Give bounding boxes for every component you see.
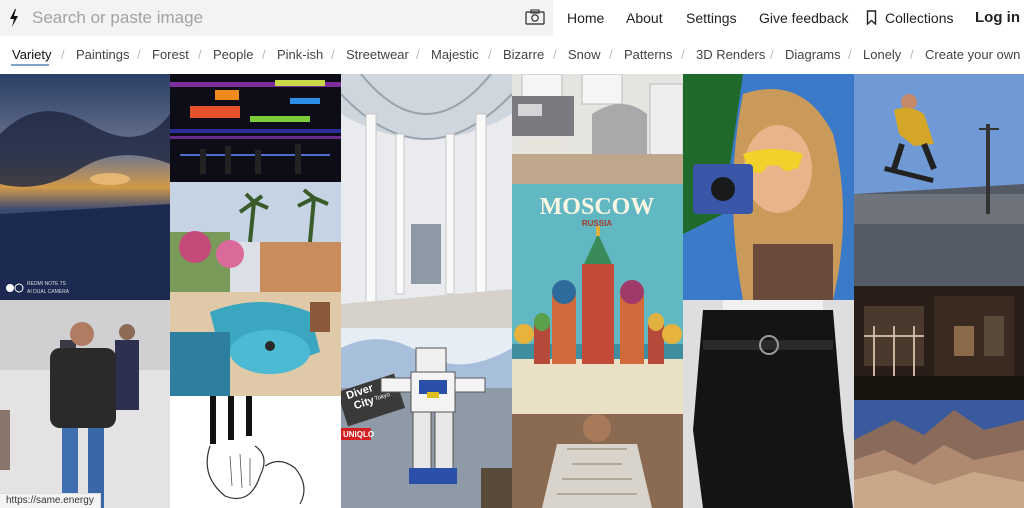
nav-home[interactable]: Home [567, 10, 604, 26]
tab-3d-renders[interactable]: 3D Renders [696, 47, 765, 62]
category-tabs: Variety / Paintings / Forest / People / … [0, 36, 1024, 74]
image-runway-model[interactable] [0, 300, 170, 508]
nav-about[interactable]: About [626, 10, 663, 26]
image-sunset-sky[interactable]: REDMI NOTE 7S AI DUAL CAMERA [0, 74, 170, 300]
sunset-watermark-line1: REDMI NOTE 7S [27, 281, 67, 287]
tab-diagrams[interactable]: Diagrams [785, 47, 841, 62]
tab-lonely[interactable]: Lonely [863, 47, 901, 62]
tab-majestic[interactable]: Majestic [431, 47, 479, 62]
tab-pink-ish[interactable]: Pink-ish [277, 47, 323, 62]
tab-paintings[interactable]: Paintings [76, 47, 129, 62]
tab-streetwear[interactable]: Streetwear [346, 47, 409, 62]
tab-separator: / [681, 47, 685, 62]
tab-people[interactable]: People [213, 47, 253, 62]
image-living-room[interactable] [512, 74, 683, 184]
image-rooftop-night[interactable] [854, 286, 1024, 400]
image-woman-polaroid[interactable] [683, 74, 854, 300]
tab-separator: / [331, 47, 335, 62]
image-skateboarder[interactable] [854, 74, 1024, 286]
image-led-stage[interactable] [170, 74, 341, 182]
search-input[interactable] [32, 7, 512, 29]
login-link[interactable]: Log in [975, 9, 1020, 26]
camera-icon[interactable] [525, 9, 545, 25]
search-bar[interactable] [0, 0, 553, 36]
active-tab-underline [11, 64, 49, 66]
nav-give-feedback[interactable]: Give feedback [759, 10, 849, 26]
image-resort-pool[interactable] [170, 182, 341, 396]
tab-separator: / [488, 47, 492, 62]
tab-separator: / [137, 47, 141, 62]
tab-separator: / [416, 47, 420, 62]
nav-collections[interactable]: Collections [885, 10, 953, 26]
image-hands-sketch[interactable] [170, 396, 341, 508]
gundam-brand-sign: UNIQLO [343, 430, 374, 439]
tab-separator: / [910, 47, 914, 62]
image-moscow-poster[interactable]: MOSCOW RUSSIA [512, 184, 683, 414]
tab-separator: / [553, 47, 557, 62]
image-grid: REDMI NOTE 7S AI DUAL CAMERA Diver City … [0, 74, 1024, 508]
tab-separator: / [770, 47, 774, 62]
tab-separator: / [61, 47, 65, 62]
tab-variety[interactable]: Variety [12, 47, 52, 62]
tab-separator: / [262, 47, 266, 62]
tab-snow[interactable]: Snow [568, 47, 601, 62]
poster-title: MOSCOW [540, 194, 655, 220]
status-bar-url: https://same.energy [0, 493, 101, 508]
image-desert-mountains[interactable] [854, 400, 1024, 508]
tab-bizarre[interactable]: Bizarre [503, 47, 544, 62]
image-embroidered-gown[interactable] [512, 414, 683, 508]
tab-separator: / [609, 47, 613, 62]
tab-separator: / [198, 47, 202, 62]
nav-settings[interactable]: Settings [686, 10, 737, 26]
image-black-skirt-belt[interactable] [683, 300, 854, 508]
image-white-arcade[interactable] [341, 74, 512, 328]
bolt-icon[interactable] [7, 8, 21, 28]
tab-separator: / [848, 47, 852, 62]
tab-create-your-own[interactable]: Create your own [925, 47, 1020, 62]
top-bar: Home About Settings Give feedback Collec… [0, 0, 1024, 36]
tab-patterns[interactable]: Patterns [624, 47, 672, 62]
tab-forest[interactable]: Forest [152, 47, 189, 62]
sunset-watermark-line2: AI DUAL CAMERA [27, 289, 70, 295]
image-gundam-statue[interactable]: Diver City Tokyo UNIQLO [341, 328, 512, 508]
bookmark-icon[interactable] [866, 10, 877, 25]
